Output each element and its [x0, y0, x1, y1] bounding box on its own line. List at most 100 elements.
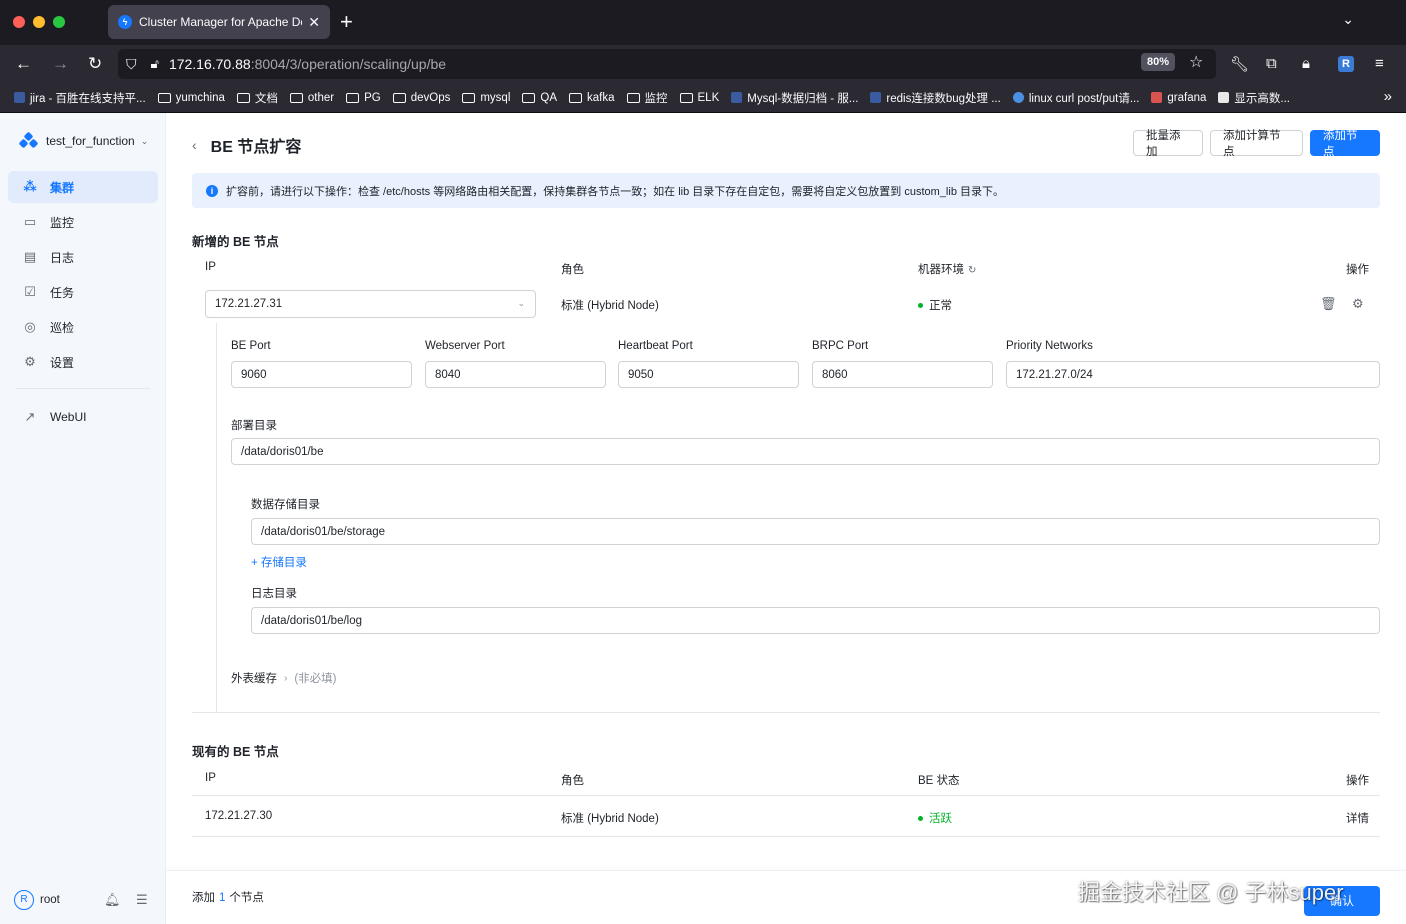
be-port-input[interactable]: 9060 — [231, 361, 412, 388]
bookmark-folder[interactable]: QA — [522, 92, 557, 104]
hamburger-menu-icon[interactable]: ≡ — [1375, 55, 1384, 72]
sidebar-item-monitor[interactable]: ▭ 监控 — [8, 206, 158, 238]
close-tab-icon[interactable]: ✕ — [308, 14, 320, 31]
forward-arrow-icon[interactable]: → — [52, 54, 69, 74]
bookmark-item[interactable]: jira - 百胜在线支持平... — [14, 90, 146, 106]
table-row-divider — [192, 836, 1380, 837]
avatar[interactable]: R — [14, 890, 34, 910]
collapse-sidebar-icon[interactable]: ☰ — [136, 892, 148, 908]
maximize-window-button[interactable] — [53, 16, 65, 28]
storage-dir-label: 数据存储目录 — [251, 499, 320, 511]
alert-text: 扩容前，请进行以下操作：检查 /etc/hosts 等网络路由相关配置，保持集群… — [226, 185, 1004, 198]
bookmark-item[interactable]: linux curl post/put请... — [1012, 90, 1139, 106]
wrench-icon[interactable]: 🔧︎ — [1230, 55, 1249, 73]
sidebar-item-inspection[interactable]: ◎ 巡检 — [8, 311, 158, 343]
bookmark-folder[interactable]: other — [289, 92, 334, 104]
cluster-switcher[interactable]: test_for_function ⌄ — [18, 131, 148, 149]
priority-networks-input[interactable]: 172.21.27.0/24 — [1006, 361, 1380, 388]
shield-icon[interactable]: ⛉ — [126, 56, 137, 73]
trash-icon[interactable]: 🗑︎ — [1320, 296, 1337, 312]
cluster-logo-icon — [18, 131, 39, 149]
more-bookmarks-chevron-icon[interactable]: » — [1384, 88, 1392, 105]
bookmark-folder[interactable]: mysql — [462, 92, 510, 104]
bookmark-item[interactable]: 显示高数... — [1218, 90, 1290, 106]
add-node-button[interactable]: 添加节点 — [1310, 130, 1380, 158]
user-area: R root 🔔︎ ☰ — [14, 890, 154, 910]
watermark: 掘金技术社区 @ 子林super — [1078, 880, 1344, 905]
bookmark-folder[interactable]: 文档 — [236, 90, 278, 106]
tab-title: Cluster Manager for Apache Doris — [139, 15, 303, 29]
brpc-port-input[interactable]: 8060 — [812, 361, 993, 388]
settings-sliders-icon[interactable]: ⚙ — [1352, 296, 1364, 312]
bookmark-folder[interactable]: kafka — [569, 92, 615, 104]
close-window-button[interactable] — [13, 16, 25, 28]
footer-summary: 添加 1 个节点 — [192, 892, 264, 904]
bookmarks-bar: jira - 百胜在线支持平... yumchina 文档 other PG d… — [0, 83, 1406, 113]
url-host: 172.16.70.88 — [168, 56, 251, 72]
heartbeat-port-input[interactable]: 9050 — [618, 361, 799, 388]
cluster-name: test_for_function — [46, 134, 135, 148]
log-dir-input[interactable]: /data/doris01/be/log — [251, 607, 1380, 634]
page-header: ‹ BE 节点扩容 — [192, 133, 301, 157]
bookmark-item[interactable]: Mysql-数据归档 - 服... — [731, 90, 858, 106]
sidebar-menu: ⁂ 集群 ▭ 监控 ▤ 日志 ☑ 任务 ◎ 巡检 ⚙ 设置 ↗ WebUI — [8, 171, 158, 436]
storage-dir-input[interactable]: /data/doris01/be/storage — [251, 518, 1380, 545]
ip-select[interactable]: 172.21.27.31 ⌄ — [205, 290, 536, 318]
webserver-port-input[interactable]: 8040 — [425, 361, 606, 388]
minimize-window-button[interactable] — [33, 16, 45, 28]
bookmark-folder[interactable]: PG — [346, 92, 381, 104]
main-content: ‹ BE 节点扩容 批量添加 添加计算节点 添加节点 i 扩容前，请进行以下操作… — [166, 113, 1406, 924]
sidebar-item-log[interactable]: ▤ 日志 — [8, 241, 158, 273]
doris-favicon-icon: ϟ — [118, 15, 132, 29]
bookmark-item[interactable]: grafana — [1151, 92, 1206, 104]
info-alert: i 扩容前，请进行以下操作：检查 /etc/hosts 等网络路由相关配置，保持… — [192, 173, 1380, 208]
sidebar-item-webui[interactable]: ↗ WebUI — [8, 401, 158, 433]
row-status: 活跃 — [918, 810, 952, 826]
user-name[interactable]: root — [40, 894, 60, 906]
batch-add-button[interactable]: 批量添加 — [1133, 130, 1203, 158]
folder-icon — [392, 92, 406, 103]
be-port-label: BE Port — [231, 340, 271, 352]
inspection-icon: ◎ — [24, 319, 36, 334]
sidebar-divider — [16, 388, 150, 389]
column-env: 机器环境 ↻ — [918, 264, 977, 276]
zoom-level-button[interactable]: 80% — [1141, 53, 1176, 71]
bookmark-folder[interactable]: 监控 — [626, 90, 668, 106]
task-icon: ☑ — [24, 284, 36, 299]
new-nodes-title: 新增的 BE 节点 — [192, 235, 279, 249]
column-role: 角色 — [561, 775, 584, 787]
bookmark-star-icon[interactable]: ☆ — [1189, 52, 1203, 72]
bookmark-folder[interactable]: yumchina — [157, 92, 225, 104]
jira-favicon-icon — [14, 92, 25, 103]
chevron-left-icon[interactable]: ‹ — [192, 137, 197, 153]
folder-icon — [626, 92, 640, 103]
folder-icon — [157, 92, 171, 103]
add-compute-node-button[interactable]: 添加计算节点 — [1210, 130, 1303, 158]
bookmark-item[interactable]: redis连接数bug处理 ... — [870, 90, 1001, 106]
extensions-puzzle-icon[interactable]: ⧉ — [1266, 55, 1277, 72]
refresh-icon[interactable]: ↻ — [968, 265, 976, 276]
folder-icon — [522, 92, 536, 103]
add-storage-dir-link[interactable]: + 存储目录 — [251, 554, 307, 570]
external-link-icon: ↗ — [24, 409, 36, 424]
browser-tab[interactable]: ϟ Cluster Manager for Apache Doris ✕ — [108, 5, 330, 39]
row-details-link[interactable]: 详情 — [1346, 810, 1369, 826]
back-arrow-icon[interactable]: ← — [15, 54, 32, 74]
bookmark-folder[interactable]: devOps — [392, 92, 450, 104]
insecure-lock-icon[interactable]: 🔓︎ — [151, 56, 159, 72]
address-bar[interactable]: ⛉ 🔓︎ 172.16.70.88:8004/3/operation/scali… — [118, 49, 1216, 79]
reload-icon[interactable]: ↻ — [88, 54, 102, 74]
tab-list-chevron-icon[interactable]: ⌄ — [1342, 11, 1354, 28]
deploy-dir-input[interactable]: /data/doris01/be — [231, 438, 1380, 465]
sidebar-item-settings[interactable]: ⚙ 设置 — [8, 346, 158, 378]
new-tab-button[interactable]: + — [340, 9, 353, 35]
external-cache-toggle[interactable]: 外表缓存 › (非必填) — [231, 670, 337, 686]
bookmark-folder[interactable]: ELK — [679, 92, 719, 104]
cluster-icon: ⁂ — [23, 179, 37, 194]
r-extension-icon[interactable]: R — [1338, 56, 1354, 72]
lock-extension-icon[interactable]: 🔒︎ — [1302, 55, 1310, 72]
bell-icon[interactable]: 🔔︎ — [104, 892, 121, 908]
sidebar-item-task[interactable]: ☑ 任务 — [8, 276, 158, 308]
sidebar-item-cluster[interactable]: ⁂ 集群 — [8, 171, 158, 203]
section-divider — [192, 712, 1380, 713]
